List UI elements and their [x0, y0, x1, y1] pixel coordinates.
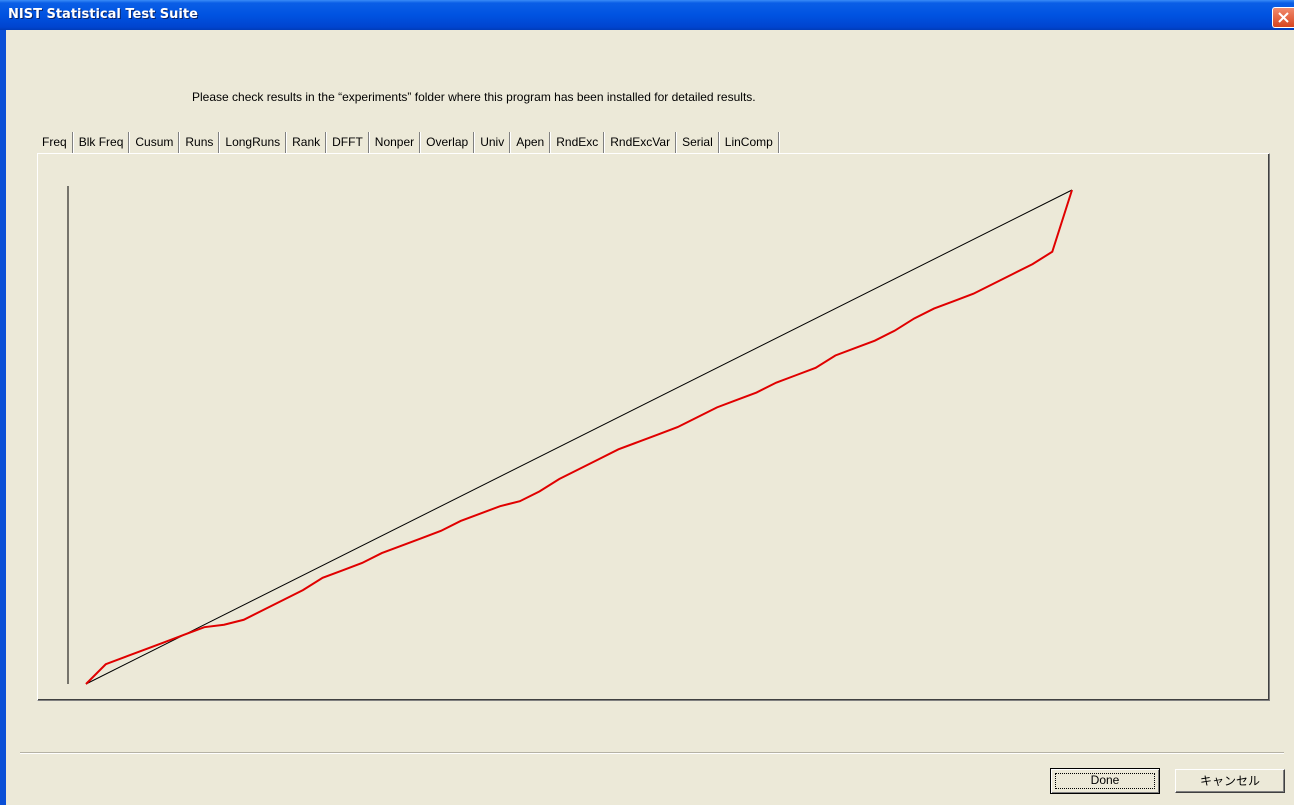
- tab-freq[interactable]: Freq: [37, 132, 73, 154]
- separator: [20, 752, 1284, 754]
- tab-nonper[interactable]: Nonper: [370, 132, 421, 154]
- done-button[interactable]: Done: [1050, 768, 1160, 794]
- tab-cusum[interactable]: Cusum: [130, 132, 180, 154]
- tab-rndexcvar[interactable]: RndExcVar: [605, 132, 677, 154]
- tab-overlap[interactable]: Overlap: [421, 132, 475, 154]
- results-plot: [67, 186, 1073, 685]
- window-title: NIST Statistical Test Suite: [8, 7, 198, 22]
- tab-dfft[interactable]: DFFT: [327, 132, 369, 154]
- instructions-text: Please check results in the “experiments…: [192, 90, 756, 104]
- tab-strip: Freq Blk Freq Cusum Runs LongRuns Rank DFFT Non…: [37, 130, 780, 154]
- focus-rectangle: [1055, 773, 1155, 789]
- tab-univ[interactable]: Univ: [475, 132, 511, 154]
- reference-line: [85, 189, 1073, 685]
- tab-apen[interactable]: Apen: [511, 132, 551, 154]
- close-icon: [1278, 12, 1289, 23]
- tab-serial[interactable]: Serial: [677, 132, 719, 154]
- tab-rndexc[interactable]: RndExc: [551, 132, 605, 154]
- tab-longruns[interactable]: LongRuns: [220, 132, 287, 154]
- cancel-button-label: キャンセル: [1199, 774, 1260, 788]
- tab-rank[interactable]: Rank: [287, 132, 327, 154]
- tab-runs[interactable]: Runs: [180, 132, 220, 154]
- tab-lincomp[interactable]: LinComp: [720, 132, 779, 154]
- cancel-button[interactable]: キャンセル: [1175, 769, 1285, 793]
- close-button[interactable]: [1272, 7, 1294, 28]
- tab-blk-freq[interactable]: Blk Freq: [74, 132, 130, 154]
- title-bar: NIST Statistical Test Suite: [0, 0, 1294, 30]
